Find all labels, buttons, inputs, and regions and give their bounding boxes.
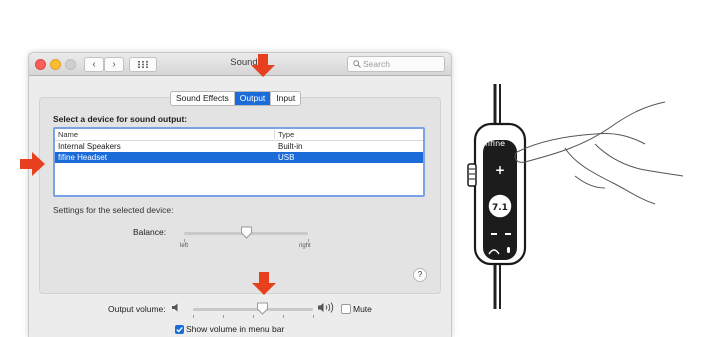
show-all-button[interactable] (129, 57, 157, 72)
balance-right-label: right (299, 243, 311, 249)
tab-bar: Sound Effects Output Input (170, 91, 302, 106)
mute-label: Mute (353, 304, 372, 314)
zoom-window-button[interactable] (65, 59, 76, 70)
headset-controller-illustration: + 7.1 fifine (467, 84, 684, 309)
volume-tick (313, 315, 314, 318)
svg-text:+: + (495, 163, 505, 177)
column-header-name[interactable]: Name (58, 130, 78, 139)
column-header-type[interactable]: Type (278, 130, 294, 139)
volume-tick (193, 315, 194, 318)
search-placeholder: Search (363, 59, 390, 69)
chevron-right-icon: › (112, 59, 116, 70)
tab-input[interactable]: Input (271, 92, 300, 105)
tab-sound-effects[interactable]: Sound Effects (171, 92, 235, 105)
help-button[interactable]: ? (413, 268, 427, 282)
mute-checkbox[interactable] (341, 304, 351, 314)
search-field[interactable]: Search (347, 56, 445, 72)
volume-tick (223, 315, 224, 318)
table-header: Name Type (55, 129, 423, 141)
volume-slider-track[interactable] (193, 308, 313, 311)
forward-button[interactable]: › (104, 57, 124, 72)
speaker-high-icon (318, 302, 334, 313)
back-button[interactable]: ‹ (84, 57, 104, 72)
balance-left-label: left (180, 243, 189, 249)
title-bar: ‹ › Sound Search (29, 53, 451, 76)
close-window-button[interactable] (35, 59, 46, 70)
show-volume-checkbox[interactable] (175, 325, 184, 334)
show-volume-label: Show volume in menu bar (186, 324, 285, 334)
chevron-left-icon: ‹ (92, 59, 96, 70)
volume-tick (253, 315, 254, 318)
volume-tick (283, 315, 284, 318)
device-settings-label: Settings for the selected device: (53, 205, 174, 215)
device-name: fifine Headset (58, 153, 107, 162)
speaker-low-icon (172, 303, 178, 312)
tab-output[interactable]: Output (234, 92, 272, 105)
table-row-selected[interactable]: fifine Headset USB (55, 152, 423, 163)
device-type: USB (278, 153, 295, 162)
output-volume-label: Output volume: (108, 304, 166, 314)
checkmark-icon (176, 326, 183, 333)
arrow-down-icon (252, 272, 276, 295)
device-name: Internal Speakers (58, 142, 121, 151)
search-icon (353, 60, 361, 68)
balance-label: Balance: (133, 227, 167, 237)
output-device-table[interactable]: Name Type Internal Speakers Built-in fif… (53, 127, 425, 197)
brand-label: fifine (485, 139, 505, 148)
device-type: Built-in (278, 142, 303, 151)
minimize-window-button[interactable] (50, 59, 61, 70)
column-divider (274, 130, 275, 139)
grid-icon (138, 61, 148, 68)
center-button-label: 7.1 (492, 203, 508, 213)
balance-tick (184, 239, 185, 242)
balance-tick (308, 239, 309, 242)
table-row[interactable]: Internal Speakers Built-in (55, 141, 423, 152)
arrow-right-icon (20, 152, 45, 176)
arrow-down-icon (251, 54, 275, 77)
volume-slider-knob[interactable] (256, 302, 269, 315)
balance-slider-knob[interactable] (240, 226, 253, 239)
output-device-heading: Select a device for sound output: (53, 114, 188, 124)
sound-preferences-window: ‹ › Sound Search Sound Effects Output In… (28, 52, 452, 337)
